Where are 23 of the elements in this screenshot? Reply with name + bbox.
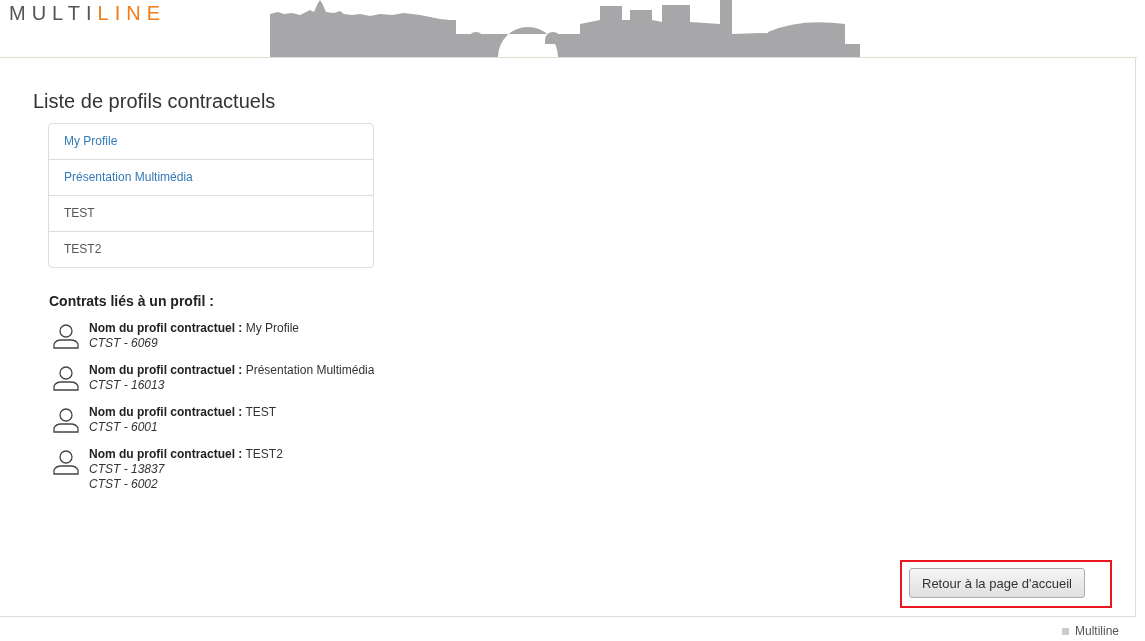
contract-code: CTST - 6001 bbox=[89, 420, 159, 435]
page-title: Liste de profils contractuels bbox=[33, 90, 277, 113]
profile-list-item[interactable]: My Profile bbox=[49, 124, 373, 159]
contract-code: CTST - 13837 bbox=[89, 462, 166, 477]
contract-code: CTST - 6002 bbox=[89, 477, 159, 492]
person-icon bbox=[53, 323, 79, 349]
person-icon bbox=[53, 449, 79, 475]
square-icon bbox=[1062, 627, 1069, 635]
logo: MULTI LINE bbox=[9, 3, 166, 23]
footer-text: Multiline bbox=[1075, 624, 1119, 638]
profile-list-item[interactable]: TEST bbox=[49, 195, 373, 231]
contract-code: CTST - 6069 bbox=[89, 336, 159, 351]
person-icon bbox=[53, 365, 79, 391]
profile-name: Nom du profil contractuel : My Profile bbox=[89, 321, 300, 336]
contract-code: CTST - 16013 bbox=[89, 378, 166, 393]
section-heading: Contrats liés à un profil : bbox=[49, 293, 215, 309]
home-button[interactable]: Retour à la page d'accueil bbox=[909, 568, 1085, 598]
profile-list-item[interactable]: TEST2 bbox=[49, 231, 373, 267]
profile-name: Nom du profil contractuel : TEST2 bbox=[89, 447, 283, 462]
profile-name: Nom du profil contractuel : Présentation Multimédia bbox=[89, 363, 375, 378]
profile-name: Nom du profil contractuel : TEST bbox=[89, 405, 277, 420]
person-icon bbox=[53, 407, 79, 433]
profile-list-item[interactable]: Présentation Multimédia bbox=[49, 159, 373, 195]
